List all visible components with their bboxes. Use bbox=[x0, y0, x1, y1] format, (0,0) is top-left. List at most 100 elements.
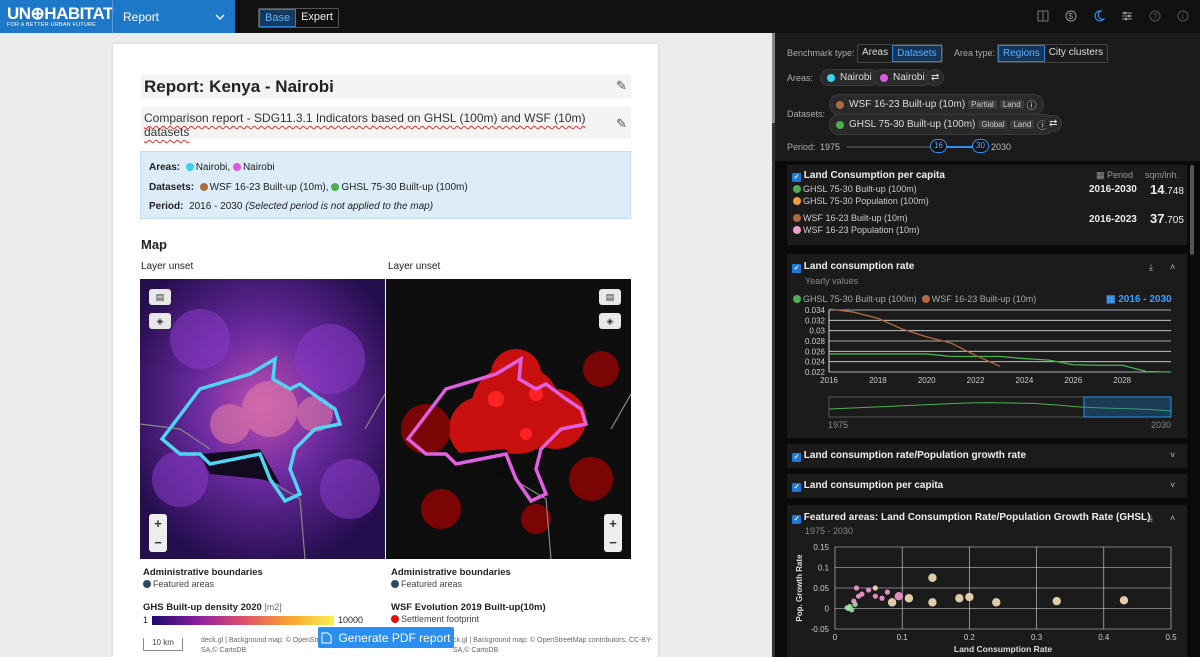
card3-checkbox[interactable]: ✓ bbox=[792, 452, 801, 462]
legend-right: Administrative boundaries Featured areas… bbox=[391, 567, 546, 624]
chevron-up-icon[interactable]: ˄ bbox=[1170, 262, 1175, 272]
card2-checkbox[interactable]: ✓ bbox=[792, 263, 801, 273]
mode-expert-button[interactable]: Expert bbox=[296, 9, 338, 27]
layers-stack-icon[interactable]: ◈ bbox=[599, 313, 621, 329]
chevron-down-icon[interactable]: ˅ bbox=[1170, 480, 1175, 490]
benchmark-toggle: Areas Datasets bbox=[857, 44, 943, 63]
layers-stack-icon[interactable]: ◈ bbox=[149, 313, 171, 329]
layer-left-label: Layer unset bbox=[141, 261, 194, 272]
layers-icon[interactable]: ▤ bbox=[149, 289, 171, 305]
period-slider-start-handle[interactable]: 16 bbox=[930, 139, 947, 153]
area1-dot bbox=[827, 73, 835, 82]
scatter-point bbox=[1052, 596, 1061, 606]
panel-scrollbar[interactable] bbox=[1190, 165, 1194, 255]
dataset-chip-1[interactable]: WSF 16-23 Built-up (10m) Partial Land ⓘ bbox=[829, 94, 1044, 115]
x-tick-label: 2026 bbox=[1064, 376, 1082, 385]
panel-period-label: Period: bbox=[787, 142, 816, 152]
help-icon[interactable]: ? bbox=[1148, 9, 1162, 23]
area-chip-2-label: Nairobi bbox=[893, 72, 925, 83]
card-lcr-pgr[interactable]: ✓ Land consumption rate/Population growt… bbox=[787, 444, 1187, 468]
info-icon[interactable]: i bbox=[1176, 9, 1190, 23]
scatter-point bbox=[894, 592, 904, 601]
card4-checkbox[interactable]: ✓ bbox=[792, 482, 801, 492]
edit-subtitle-icon[interactable]: ✎ bbox=[616, 116, 627, 132]
area-chip-1[interactable]: Nairobi bbox=[820, 69, 879, 86]
chevron-down-icon bbox=[215, 14, 225, 20]
x-tick-label: 0.4 bbox=[1098, 633, 1110, 642]
layers-icon[interactable]: ▤ bbox=[599, 289, 621, 305]
zoom-in-button[interactable]: + bbox=[609, 516, 617, 531]
attribution-right-text: ck.gl | Background map: © OpenStreetMap … bbox=[453, 637, 653, 644]
chevron-down-icon[interactable]: ˅ bbox=[1170, 450, 1175, 460]
scatter-point bbox=[887, 598, 897, 607]
mode-toggle: Base Expert bbox=[258, 8, 339, 28]
x-tick-label: 0.3 bbox=[1031, 633, 1043, 642]
area-chip-2[interactable]: Nairobi bbox=[873, 69, 932, 86]
generate-pdf-label: Generate PDF report bbox=[338, 630, 451, 645]
swap-datasets-icon[interactable]: ⇄ bbox=[1044, 115, 1063, 132]
generate-pdf-button[interactable]: Generate PDF report bbox=[318, 627, 454, 648]
wsf-builtup-dot bbox=[793, 214, 801, 222]
ds1-dot bbox=[199, 182, 208, 191]
settings-sliders-icon[interactable] bbox=[1120, 9, 1134, 23]
panel-layout-icon[interactable] bbox=[1036, 9, 1050, 23]
moon-icon[interactable] bbox=[1092, 9, 1106, 23]
top-icons: $ ? i bbox=[1036, 9, 1190, 23]
area1-dot bbox=[185, 163, 194, 171]
benchmark-datasets-button[interactable]: Datasets bbox=[892, 45, 942, 62]
x-axis-label: Land Consumption Rate bbox=[954, 644, 1052, 654]
app-selector[interactable]: Report bbox=[112, 0, 235, 33]
zoom-in-button[interactable]: + bbox=[154, 516, 162, 531]
period-label: Period: bbox=[149, 201, 184, 212]
admin-boundaries-label: Administrative boundaries bbox=[391, 567, 511, 578]
card5-checkbox[interactable]: ✓ bbox=[792, 514, 801, 524]
card5-subtitle: 1975 - 2030 bbox=[805, 526, 854, 536]
map-right[interactable]: ▤ ◈ + − bbox=[386, 279, 631, 559]
report-subtitle[interactable]: Comparison report - SDG11.3.1 Indicators… bbox=[141, 107, 631, 139]
swap-areas-icon[interactable]: ⇄ bbox=[926, 69, 945, 86]
download-icon[interactable]: ⤓ bbox=[1149, 513, 1153, 524]
card3-title: Land consumption rate/Population growth … bbox=[803, 450, 1027, 461]
app-selector-label: Report bbox=[123, 9, 160, 24]
card-land-consumption-rate: ✓ Land consumption rate Yearly values ⤓ … bbox=[787, 254, 1187, 438]
edit-title-icon[interactable]: ✎ bbox=[616, 78, 627, 94]
document-icon bbox=[321, 632, 332, 643]
dollar-icon[interactable]: $ bbox=[1064, 9, 1078, 23]
featured-dot bbox=[143, 580, 151, 588]
ghs-min: 1 bbox=[143, 615, 149, 625]
report-subtitle-text: Comparison report - SDG11.3.1 Indicators… bbox=[144, 111, 586, 139]
zoom-out-button[interactable]: − bbox=[154, 535, 162, 550]
scatter-point bbox=[849, 607, 855, 613]
map-left[interactable]: ▤ ◈ + − bbox=[140, 279, 385, 559]
areas-label: Areas: bbox=[149, 162, 181, 173]
card1-checkbox[interactable]: ✓ bbox=[792, 172, 801, 182]
wsf-pop-dot bbox=[793, 226, 801, 234]
card1-title: Land Consumption per capita bbox=[803, 170, 945, 181]
mode-base-button[interactable]: Base bbox=[259, 9, 297, 27]
y-axis-label: Pop. Growth Rate bbox=[795, 554, 804, 622]
period-slider-end-handle[interactable]: 30 bbox=[972, 139, 989, 153]
period-note: (Selected period is not applied to the m… bbox=[245, 201, 434, 212]
card1-r2-period: 2016-2023 bbox=[1089, 214, 1137, 225]
un-habitat-logo[interactable]: UN⊕HABITAT FOR A BETTER URBAN FUTURE bbox=[0, 5, 113, 29]
x-tick-label: 2028 bbox=[1113, 376, 1131, 385]
layer-right-label: Layer unset bbox=[388, 261, 441, 272]
report-page: Report: Kenya - Nairobi ✎ Comparison rep… bbox=[113, 44, 658, 657]
ghs-colorbar bbox=[152, 615, 335, 625]
download-icon[interactable]: ⤓ bbox=[1149, 262, 1153, 273]
featured-areas-label: Featured areas bbox=[153, 579, 215, 589]
series-line-2 bbox=[828, 308, 1001, 367]
y-tick-label: 0.05 bbox=[813, 584, 829, 593]
info-icon[interactable]: ⓘ bbox=[1027, 97, 1037, 112]
scale-bar: 10 km bbox=[143, 638, 183, 651]
report-title[interactable]: Report: Kenya - Nairobi bbox=[141, 74, 631, 98]
area-type-clusters-button[interactable]: City clusters bbox=[1045, 45, 1107, 62]
dataset-chip-2[interactable]: GHSL 75-30 Built-up (100m) Global Land ⓘ bbox=[829, 114, 1055, 135]
area-type-regions-button[interactable]: Regions bbox=[998, 45, 1045, 62]
chevron-up-icon[interactable]: ˄ bbox=[1170, 513, 1175, 523]
zoom-out-button[interactable]: − bbox=[609, 535, 617, 550]
card-land-consumption-per-capita-2[interactable]: ✓ Land consumption per capita ˅ bbox=[787, 474, 1187, 498]
attribution-right: ck.gl | Background map: © OpenStreetMap … bbox=[453, 636, 652, 656]
scatter-point bbox=[859, 591, 865, 597]
benchmark-areas-button[interactable]: Areas bbox=[858, 45, 892, 62]
